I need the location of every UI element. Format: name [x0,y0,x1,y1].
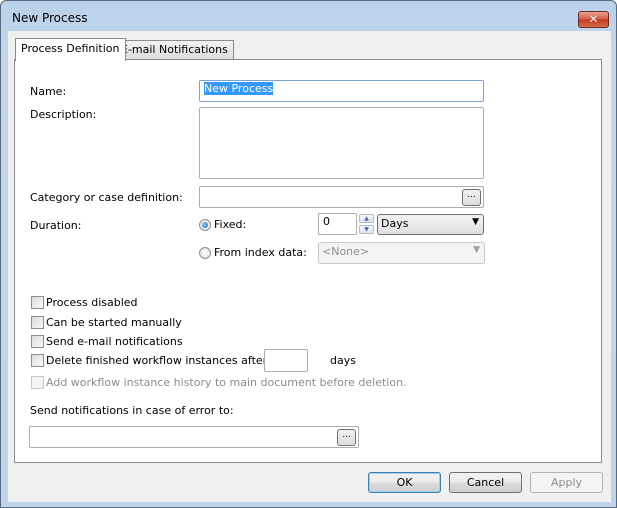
spin-down-button[interactable]: ▼ [359,225,374,234]
category-input[interactable] [199,186,484,208]
name-label: Name: [30,85,67,98]
category-label: Category or case definition: [30,191,183,204]
started-manually-checkbox[interactable] [31,316,44,329]
fixed-radio[interactable] [199,219,211,231]
fixed-duration-input[interactable]: 0 [318,213,357,235]
spin-up-button[interactable]: ▲ [359,214,374,223]
delete-finished-checkbox[interactable] [31,354,44,367]
process-disabled-checkbox[interactable] [31,296,44,309]
ok-button[interactable]: OK [368,472,441,493]
notify-input[interactable] [29,426,359,448]
name-input-value: New Process [204,82,274,95]
from-index-radio[interactable] [199,247,211,259]
process-disabled-label: Process disabled [46,296,138,309]
index-data-select: <None> ▼ [318,242,485,264]
cancel-button[interactable]: Cancel [449,472,522,493]
description-label: Description: [30,108,97,121]
add-history-label: Add workflow instance history to main do… [46,376,407,389]
duration-unit-value: Days [381,217,409,230]
category-browse-button[interactable]: ... [462,189,481,206]
apply-button: Apply [530,472,603,493]
close-icon: ✕ [588,12,599,26]
from-index-label: From index data: [214,246,307,259]
notify-label: Send notifications in case of error to: [30,404,234,417]
add-history-checkbox [31,376,44,389]
send-email-checkbox[interactable] [31,335,44,348]
send-email-label: Send e-mail notifications [46,335,183,348]
notify-browse-button[interactable]: ... [337,429,356,446]
delete-days-input[interactable] [264,349,308,372]
arrow-down-icon: ▼ [364,226,369,233]
tab-email-notifications[interactable]: E-mail Notifications [115,40,234,59]
delete-finished-label: Delete finished workflow instances after [46,354,268,367]
tab-process-definition[interactable]: Process Definition [15,38,126,61]
name-input[interactable]: New Process [199,80,484,102]
index-data-value: <None> [322,245,370,258]
started-manually-label: Can be started manually [46,316,182,329]
fixed-label: Fixed: [214,218,247,231]
close-button[interactable]: ✕ [578,11,609,28]
chevron-down-icon: ▼ [472,217,479,227]
tab-panel: Name: New Process Description: Category … [14,59,602,463]
days-label: days [330,354,356,367]
window-title: New Process [12,11,88,25]
duration-unit-select[interactable]: Days ▼ [377,214,484,235]
description-textarea[interactable] [199,107,484,179]
dialog-window: New Process ✕ Process Definition E-mail … [0,0,617,508]
chevron-down-icon: ▼ [473,245,480,255]
arrow-up-icon: ▲ [364,215,369,222]
duration-label: Duration: [30,219,82,232]
